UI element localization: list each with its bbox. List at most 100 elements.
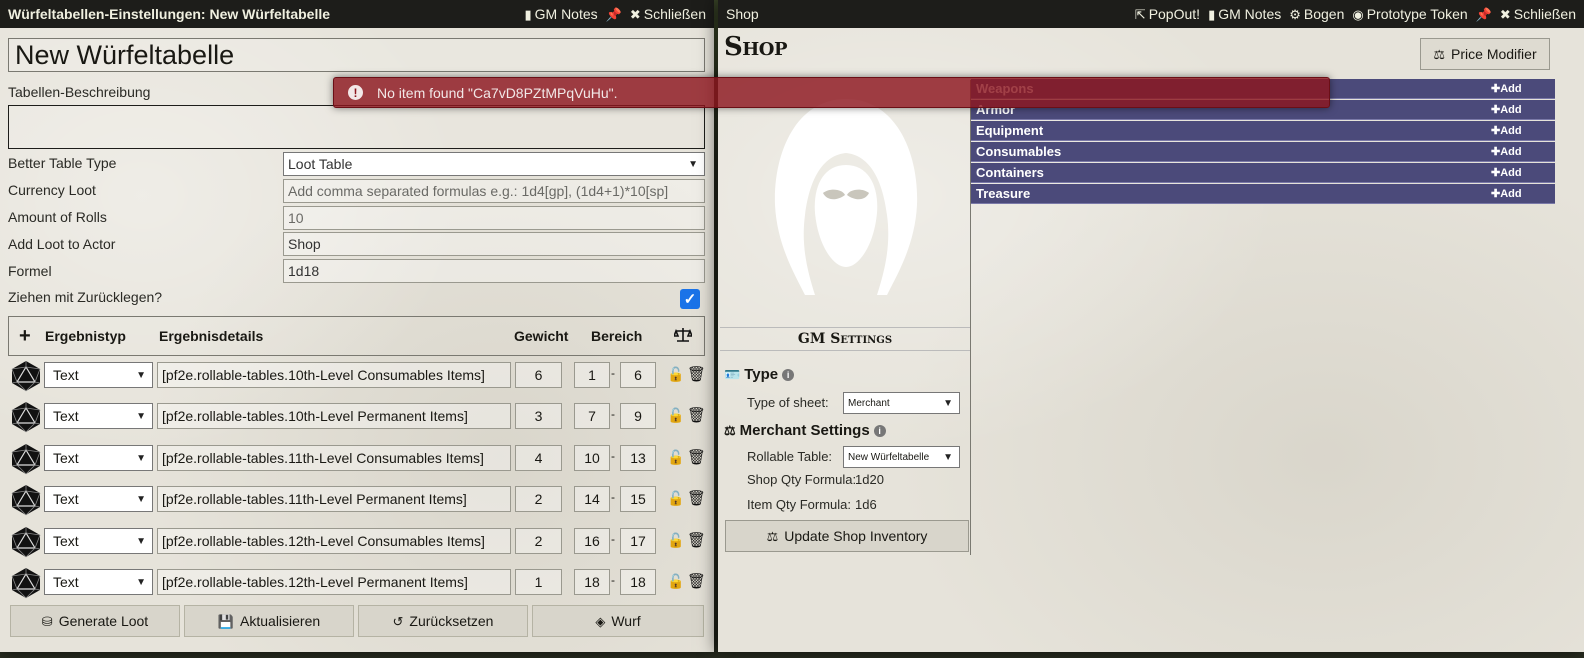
result-details-input[interactable]: [pf2e.rollable-tables.11th-Level Consuma… — [157, 445, 511, 471]
table-type-select[interactable]: Loot Table ▼ — [283, 152, 705, 176]
result-details-input[interactable]: [pf2e.rollable-tables.12th-Level Consuma… — [157, 528, 511, 554]
range-from-input[interactable]: 7 — [574, 403, 610, 429]
result-weight-input[interactable]: 4 — [515, 445, 562, 471]
add-item-button[interactable]: ✚Add — [1491, 166, 1522, 179]
add-result-icon[interactable]: + — [19, 325, 31, 348]
add-label: Add — [1500, 146, 1522, 158]
currency-input[interactable]: Add comma separated formulas e.g.: 1d4[g… — [283, 179, 705, 203]
exclamation-icon: ! — [348, 85, 363, 100]
description-editor[interactable] — [8, 105, 705, 149]
result-type-select[interactable]: Text ▼ — [44, 362, 153, 388]
trash-icon[interactable]: 🗑 — [687, 406, 706, 424]
pin-icon[interactable]: 📌 — [606, 8, 622, 21]
roll-button[interactable]: ◈ Wurf — [532, 605, 704, 637]
close-button[interactable]: ✖ Schließen — [630, 6, 706, 22]
rollable-table-select[interactable]: New Würfeltabelle ▼ — [843, 446, 960, 468]
prototype-token-button[interactable]: ◉ Prototype Token — [1352, 6, 1467, 22]
formula-input[interactable]: 1d18 — [283, 259, 705, 283]
replacement-checkbox[interactable]: ✓ — [680, 289, 700, 309]
add-label: Add — [1500, 125, 1522, 137]
range-to-input[interactable]: 15 — [620, 486, 656, 512]
price-modifier-button[interactable]: ⚖ Price Modifier — [1420, 38, 1550, 70]
lock-icon[interactable]: 🔓 — [667, 490, 684, 507]
table-name-input[interactable]: New Würfeltabelle — [8, 38, 705, 72]
shop-titlebar[interactable]: Shop ⇱ PopOut! ▮ GM Notes ⚙ Bogen ◉ Prototyp… — [718, 0, 1584, 28]
actor-input[interactable]: Shop — [283, 232, 705, 256]
normalize-icon[interactable] — [672, 327, 694, 346]
range-from-input[interactable]: 1 — [574, 362, 610, 388]
result-weight-input[interactable]: 2 — [515, 486, 562, 512]
d20-icon[interactable] — [10, 360, 42, 392]
shop-name[interactable]: Shop — [724, 32, 788, 62]
rolls-input[interactable]: 10 — [283, 206, 705, 230]
lock-icon[interactable]: 🔓 — [667, 366, 684, 383]
lock-icon[interactable]: 🔓 — [667, 449, 684, 466]
update-button[interactable]: 💾 Aktualisieren — [184, 605, 354, 637]
range-to-input[interactable]: 6 — [620, 362, 656, 388]
gm-notes-button[interactable]: ▮ GM Notes — [524, 6, 597, 22]
add-item-button[interactable]: ✚Add — [1491, 103, 1522, 116]
add-item-button[interactable]: ✚Add — [1491, 124, 1522, 137]
info-icon[interactable]: i — [873, 424, 886, 437]
d20-icon[interactable] — [10, 484, 42, 516]
result-details-input[interactable]: [pf2e.rollable-tables.10th-Level Permane… — [157, 403, 511, 429]
range-from-input[interactable]: 14 — [574, 486, 610, 512]
result-weight-input[interactable]: 3 — [515, 403, 562, 429]
shop-gm-notes-button[interactable]: ▮ GM Notes — [1208, 6, 1281, 22]
range-from-input[interactable]: 18 — [574, 569, 610, 595]
range-separator: - — [611, 573, 615, 587]
range-to-input[interactable]: 17 — [620, 528, 656, 554]
result-type-select[interactable]: Text ▼ — [44, 528, 153, 554]
reset-label: Zurücksetzen — [409, 613, 494, 629]
result-weight-input[interactable]: 6 — [515, 362, 562, 388]
shop-gm-notes-label: GM Notes — [1218, 6, 1282, 22]
close-icon: ✖ — [1499, 6, 1511, 22]
result-type-select[interactable]: Text ▼ — [44, 486, 153, 512]
result-type-select[interactable]: Text ▼ — [44, 403, 153, 429]
lock-icon[interactable]: 🔓 — [667, 407, 684, 424]
trash-icon[interactable]: 🗑 — [687, 448, 706, 466]
range-to-input[interactable]: 13 — [620, 445, 656, 471]
lock-icon[interactable]: 🔓 — [667, 532, 684, 549]
result-weight-input[interactable]: 2 — [515, 528, 562, 554]
reset-button[interactable]: ↺ Zurücksetzen — [358, 605, 528, 637]
range-from-input[interactable]: 10 — [574, 445, 610, 471]
trash-icon[interactable]: 🗑 — [687, 489, 706, 507]
range-from-input[interactable]: 16 — [574, 528, 610, 554]
d20-icon[interactable] — [10, 443, 42, 475]
chevron-down-icon: ▼ — [136, 452, 146, 464]
shop-pin-icon[interactable]: 📌 — [1476, 8, 1492, 21]
sheet-config-button[interactable]: ⚙ Bogen — [1289, 6, 1344, 22]
result-type-select[interactable]: Text ▼ — [44, 569, 153, 595]
result-details-input[interactable]: [pf2e.rollable-tables.11th-Level Permane… — [157, 486, 511, 512]
rolltable-titlebar[interactable]: Würfeltabellen-Einstellungen: New Würfel… — [0, 0, 714, 28]
shop-close-button[interactable]: ✖ Schließen — [1500, 6, 1576, 22]
trash-icon[interactable]: 🗑 — [687, 531, 706, 549]
trash-icon[interactable]: 🗑 — [687, 365, 706, 383]
range-to-input[interactable]: 18 — [620, 569, 656, 595]
update-shop-inventory-button[interactable]: ⚖ Update Shop Inventory — [725, 520, 969, 552]
result-weight-input[interactable]: 1 — [515, 569, 562, 595]
shop-portrait[interactable] — [765, 95, 927, 300]
trash-icon[interactable]: 🗑 — [687, 572, 706, 590]
generate-loot-button[interactable]: ⛁ Generate Loot — [10, 605, 180, 637]
add-item-button[interactable]: ✚Add — [1491, 187, 1522, 200]
result-details-input[interactable]: [pf2e.rollable-tables.10th-Level Consuma… — [157, 362, 511, 388]
type-of-sheet-select[interactable]: Merchant ▼ — [843, 392, 960, 414]
add-item-button[interactable]: ✚Add — [1491, 145, 1522, 158]
d20-icon[interactable] — [10, 526, 42, 558]
d20-icon[interactable] — [10, 401, 42, 433]
d20-icon[interactable] — [10, 567, 42, 599]
range-to-input[interactable]: 9 — [620, 403, 656, 429]
shop-qty-value[interactable]: 1d20 — [855, 472, 884, 487]
result-type-select[interactable]: Text ▼ — [44, 445, 153, 471]
error-notification[interactable]: ! No item found "Ca7vD8PZtMPqVuHu". — [333, 77, 1330, 108]
id-card-icon: 🪪 — [724, 367, 741, 382]
save-icon: 💾 — [217, 613, 235, 629]
info-icon[interactable]: i — [782, 368, 795, 381]
lock-icon[interactable]: 🔓 — [667, 573, 684, 590]
add-item-button[interactable]: ✚Add — [1491, 82, 1522, 95]
result-details-input[interactable]: [pf2e.rollable-tables.12th-Level Permane… — [157, 569, 511, 595]
item-qty-value[interactable]: 1d6 — [855, 497, 877, 512]
popout-button[interactable]: ⇱ PopOut! — [1135, 6, 1200, 22]
